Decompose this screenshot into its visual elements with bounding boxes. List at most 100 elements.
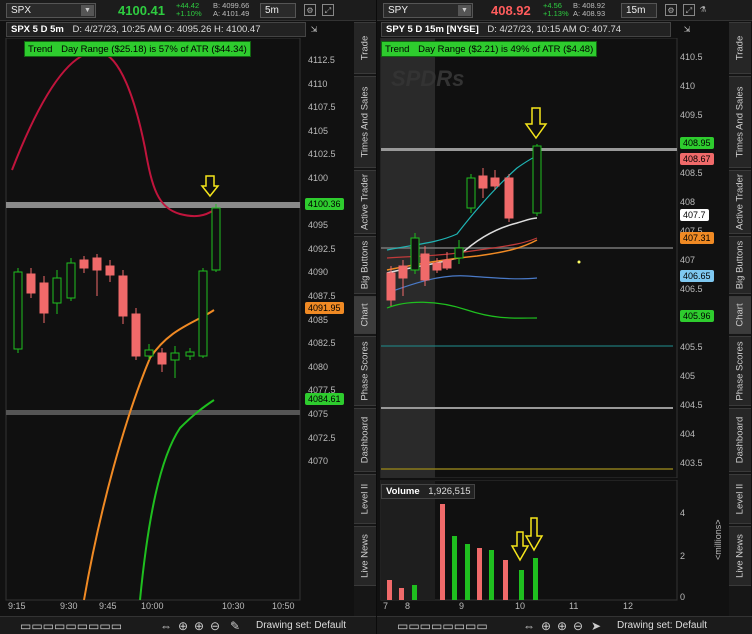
left-expand-icon[interactable]: ⤢: [322, 4, 334, 16]
right-collapse-icon[interactable]: ⇲: [681, 24, 693, 36]
candle-body: [157, 352, 167, 365]
candle-body: [185, 351, 195, 357]
zoom-in-icon[interactable]: ⊕: [557, 619, 567, 633]
tab-phase-scores[interactable]: Phase Scores: [354, 336, 376, 406]
zoom-out-icon[interactable]: ⊖: [210, 619, 220, 633]
candle-body: [490, 177, 500, 187]
crosshair-icon[interactable]: ⊕: [178, 619, 188, 633]
volume-bar: [412, 585, 417, 600]
candle-body: [52, 277, 62, 304]
tab-big-buttons[interactable]: Big Buttons: [729, 236, 751, 294]
tab-label: Dashboard: [359, 416, 371, 464]
y-tick-label: 408.5: [680, 168, 703, 178]
price-label: 407.31: [680, 232, 714, 244]
tab-trade[interactable]: Trade: [354, 22, 376, 74]
pan-arrows-icon[interactable]: ⇔: [160, 619, 172, 633]
y-tick-label: 406.5: [680, 284, 703, 294]
y-tick-label: 410: [680, 81, 696, 91]
tab-phase-scores[interactable]: Phase Scores: [729, 336, 751, 406]
left-trend-label: Trend: [28, 44, 53, 55]
tab-dashboard[interactable]: Dashboard: [354, 408, 376, 472]
y-tick-label: 408: [680, 197, 696, 207]
y-tick-label: 4080: [308, 361, 329, 372]
left-timeframe: 5m: [265, 5, 279, 16]
candle-body: [398, 265, 408, 279]
tab-level-ii[interactable]: Level II: [354, 474, 376, 524]
volume-bar: [519, 570, 524, 600]
volume-bar: [503, 560, 508, 600]
candle-body: [420, 253, 430, 281]
right-chart-pane: SPY ▼ 408.92 +4.56 +1.13% B: 408.92 A: 4…: [377, 0, 752, 634]
marker-dot: [577, 260, 581, 264]
tab-label: Phase Scores: [359, 341, 371, 401]
scroll-bar[interactable]: ▭▭▭▭▭▭▭▭▭: [20, 619, 122, 633]
tab-level-ii[interactable]: Level II: [729, 474, 751, 524]
left-symbol: SPX: [11, 5, 32, 16]
right-expand-icon[interactable]: ⤢: [683, 4, 695, 16]
right-day-range: Day Range ($2.21) is 49% of ATR ($4.48): [418, 44, 594, 55]
candle-body: [26, 273, 36, 294]
right-symbol-selector[interactable]: SPY ▼: [383, 3, 473, 18]
y-tick-label: 404: [680, 429, 696, 439]
zoom-in-icon[interactable]: ⊕: [194, 619, 204, 633]
volume-bar: [477, 548, 482, 600]
tab-active-trader[interactable]: Active Trader: [729, 170, 751, 234]
pencil-icon[interactable]: ✎: [230, 619, 240, 633]
left-toolbar: SPX ▼ 4100.41 +44.42 +1.10% B: 4099.66 A…: [0, 0, 376, 21]
support-level: [6, 410, 300, 415]
candle-body: [532, 145, 542, 214]
left-chart-info: D: 4/27/23, 10:25 AM O: 4095.26 H: 4100.…: [72, 24, 261, 35]
tab-live-news[interactable]: Live News: [729, 526, 751, 586]
tab-label: Chart: [734, 303, 746, 327]
tab-trade[interactable]: Trade: [729, 22, 751, 74]
y-tick-label: 4085: [308, 314, 329, 325]
zoom-out-icon[interactable]: ⊖: [573, 619, 583, 633]
tab-times-and-sales[interactable]: Times And Sales: [729, 76, 751, 168]
left-timeframe-selector[interactable]: 5m: [260, 3, 296, 18]
volume-bar: [489, 550, 494, 600]
left-gear-icon[interactable]: ⚙: [304, 4, 316, 16]
cursor-icon[interactable]: ➤: [591, 619, 601, 633]
tab-big-buttons[interactable]: Big Buttons: [354, 236, 376, 294]
candle-body: [79, 259, 89, 269]
x-tick-label: 12: [623, 601, 634, 611]
volume-header: Volume 1,926,515: [381, 484, 475, 499]
right-gear-icon[interactable]: ⚙: [665, 4, 677, 16]
candle-body: [131, 313, 141, 357]
pan-arrows-icon[interactable]: ⇔: [523, 619, 535, 633]
left-side-tabs: Trade Times And Sales Active Trader Big But…: [354, 22, 376, 616]
left-drawing-set[interactable]: Drawing set: Default: [256, 620, 346, 631]
scroll-bar[interactable]: ▭▭▭▭▭▭▭▭: [397, 619, 488, 633]
candle-body: [118, 275, 128, 317]
left-chart-pane: SPX ▼ 4100.41 +44.42 +1.10% B: 4099.66 A…: [0, 0, 376, 634]
right-chart-header: SPY 5 D 15m [NYSE] D: 4/27/23, 10:15 AM …: [381, 22, 671, 37]
crosshair-icon[interactable]: ⊕: [541, 619, 551, 633]
y-tick-label: 405: [680, 371, 696, 381]
flask-icon[interactable]: ⚗: [697, 4, 709, 16]
tab-live-news[interactable]: Live News: [354, 526, 376, 586]
y-tick-label: 4095: [308, 220, 329, 231]
right-change-pct: +1.13%: [543, 9, 569, 18]
y-tick-label: 405.5: [680, 342, 703, 352]
tab-dashboard[interactable]: Dashboard: [729, 408, 751, 472]
right-drawing-set[interactable]: Drawing set: Default: [617, 620, 707, 631]
x-tick-label: 11: [569, 601, 579, 611]
price-label: 408.95: [680, 137, 714, 149]
right-drawing-toolbar: ▭▭▭▭▭▭▭▭ ⇔ ⊕ ⊕ ⊖ ➤ Drawing set: Default: [377, 616, 752, 634]
volume-unit: <millions>: [713, 519, 723, 560]
tab-chart[interactable]: Chart: [729, 296, 751, 334]
tab-label: Level II: [359, 483, 371, 515]
left-price-chart: [5, 38, 301, 601]
tab-times-and-sales[interactable]: Times And Sales: [354, 76, 376, 168]
right-timeframe-selector[interactable]: 15m: [621, 3, 657, 18]
left-symbol-selector[interactable]: SPX ▼: [6, 3, 96, 18]
right-last-price: 408.92: [491, 3, 531, 18]
tab-chart[interactable]: Chart: [354, 296, 376, 334]
level-line: [381, 148, 677, 151]
tab-active-trader[interactable]: Active Trader: [354, 170, 376, 234]
left-collapse-icon[interactable]: ⇲: [308, 24, 320, 36]
candle-body: [466, 177, 476, 209]
y-tick-label: 4102.5: [308, 149, 336, 160]
tab-label: Times And Sales: [734, 86, 746, 158]
right-chart-title: SPY 5 D 15m [NYSE]: [386, 24, 479, 35]
